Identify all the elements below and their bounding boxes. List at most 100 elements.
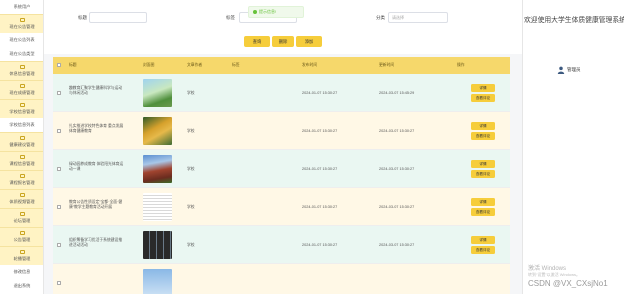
sidebar-item-label: 现在公告管理	[9, 24, 35, 29]
sidebar-item-label: 现在公告列表	[9, 37, 35, 42]
delete-button[interactable]: 删除	[272, 36, 294, 47]
table-row[interactable]: 绿动园养成教育 体验阳光体育运动一课 学校 2024-01-07 15:30:27 2…	[53, 150, 510, 188]
toast-text: 提示信息!	[259, 9, 277, 14]
sidebar-item-label: 课程报名管理	[9, 180, 35, 185]
type-filter-label: 分类	[376, 15, 385, 20]
comments-button[interactable]: 查看评论	[471, 246, 495, 254]
sidebar-item-9[interactable]: 课程信息管理	[0, 151, 43, 170]
type-filter-placeholder: 请选择	[392, 15, 404, 20]
detail-button[interactable]: 详情	[471, 84, 495, 92]
sidebar-item-6[interactable]: 学校信息管理	[0, 99, 43, 118]
title-filter-label: 标题	[78, 15, 87, 20]
success-toast: 提示信息!	[248, 6, 304, 18]
detail-button[interactable]: 详情	[471, 160, 495, 168]
row-checkbox[interactable]	[57, 91, 61, 95]
row-checkbox[interactable]	[57, 205, 61, 209]
sidebar-item-label: 健康建议管理	[9, 142, 35, 147]
row-updated: 2024-03-07 15:30:27	[379, 243, 415, 247]
user-icon	[557, 66, 565, 74]
row-author: 学校	[187, 205, 195, 209]
row-checkbox[interactable]	[57, 243, 61, 247]
row-created: 2024-01-07 15:30:27	[302, 167, 338, 171]
sidebar-item-3[interactable]: 现在公告类型	[0, 47, 43, 61]
col-tag[interactable]: 标签	[232, 57, 240, 74]
col-title[interactable]: 标题	[69, 57, 77, 74]
tag-filter-label: 标签	[226, 15, 235, 20]
row-checkbox[interactable]	[57, 281, 61, 285]
cover-image	[143, 117, 172, 145]
sidebar-item-12[interactable]: 论坛管理	[0, 208, 43, 227]
sidebar-item-label: 退出系统	[13, 283, 31, 288]
row-author: 学校	[187, 91, 195, 95]
article-table: 标题 封面图 文章作者 标签 发布时间 更新时间 操作 趣教育汇聚学生健康科学与…	[53, 57, 510, 294]
detail-button[interactable]: 详情	[471, 236, 495, 244]
sidebar-item-label: 课程信息管理	[9, 161, 35, 166]
add-button[interactable]: 添加	[296, 36, 322, 47]
row-checkbox[interactable]	[57, 167, 61, 171]
sidebar-item-label: 学校信息管理	[9, 109, 35, 114]
windows-activation-hint: 转到“设置”以激活 Windows。	[528, 272, 581, 277]
user-name[interactable]: 管理员	[567, 67, 581, 73]
sidebar-item-7[interactable]: 学校信息列表	[0, 118, 43, 132]
sidebar-item-4[interactable]: 休息信息管理	[0, 61, 43, 80]
row-checkbox[interactable]	[57, 129, 61, 133]
sidebar-item-5[interactable]: 现在成绩管理	[0, 80, 43, 99]
query-button[interactable]: 查询	[244, 36, 270, 47]
table-row[interactable]: 组织筹备学习优活于系统建设推进活动活动学校 2024-01-07 15:30:27…	[53, 226, 510, 264]
success-icon	[253, 9, 257, 14]
sidebar-item-14[interactable]: 轮播管理	[0, 246, 43, 265]
row-author: 学校	[187, 243, 195, 247]
col-created[interactable]: 发布时间	[302, 57, 317, 74]
type-filter-select[interactable]: 请选择	[388, 12, 448, 23]
system-title: 欢迎使用大学生体质健康管理系统	[524, 17, 624, 24]
sidebar-item-2[interactable]: 现在公告列表	[0, 33, 43, 47]
sidebar-item-8[interactable]: 健康建议管理	[0, 132, 43, 151]
table-row[interactable]: 扎实推进学校特色体育 重点发展体育健康教育学校 2024-01-07 15:30:…	[53, 112, 510, 150]
col-cover: 封面图	[143, 63, 155, 67]
sidebar-item-13[interactable]: 公告管理	[0, 227, 43, 246]
sidebar-item-1[interactable]: 现在公告管理	[0, 14, 43, 33]
right-panel	[522, 0, 624, 294]
table-row[interactable]: 教育公告性质设定“宝都·全面·健康”教学主题教育活动开展 学校 2024-01-07…	[53, 188, 510, 226]
row-updated: 2024-03-07 15:30:27	[379, 129, 415, 133]
row-title: 组织筹备学习优活于系统建设推进活动活动	[69, 238, 123, 248]
sidebar: 系统用户现在公告管理 现在公告列表 现在公告类型休息信息管理现在成绩管理 学校信息管理…	[0, 0, 44, 294]
sidebar-item-label: 论坛管理	[13, 218, 31, 223]
row-created: 2024-01-07 15:30:27	[302, 243, 338, 247]
row-created: 2024-01-07 15:30:27	[302, 129, 338, 133]
comments-button[interactable]: 查看评论	[471, 132, 495, 140]
row-updated: 2024-03-07 15:45:29	[379, 91, 415, 95]
col-updated[interactable]: 更新时间	[379, 57, 394, 74]
sidebar-item-0[interactable]: 系统用户	[0, 0, 43, 14]
sidebar-item-label: 现在公告类型	[9, 51, 35, 56]
cover-image	[143, 155, 172, 183]
table-row[interactable]: 趣教育汇聚学生健康科学与运动与休闲活动学校 2024-01-07 15:30:27…	[53, 74, 510, 112]
sidebar-item-16[interactable]: 退出系统	[0, 279, 43, 293]
sidebar-item-10[interactable]: 课程报名管理	[0, 170, 43, 189]
detail-button[interactable]: 详情	[471, 122, 495, 130]
comments-button[interactable]: 查看评论	[471, 208, 495, 216]
comments-button[interactable]: 查看评论	[471, 94, 495, 102]
title-filter-input[interactable]	[89, 12, 147, 23]
row-author: 学校	[187, 129, 195, 133]
row-title: 扎实推进学校特色体育 重点发展体育健康教育	[69, 124, 124, 134]
row-created: 2024-01-07 15:30:27	[302, 205, 338, 209]
row-title: 趣教育汇聚学生健康科学与运动与休闲活动	[69, 86, 123, 96]
col-actions: 操作	[457, 63, 465, 67]
table-row[interactable]	[53, 264, 510, 294]
sidebar-item-11[interactable]: 体质视频管理	[0, 189, 43, 208]
sidebar-item-label: 轮播管理	[13, 256, 31, 261]
windows-activation-watermark: 激活 Windows	[528, 266, 567, 272]
detail-button[interactable]: 详情	[471, 198, 495, 206]
row-title: 绿动园养成教育 体验阳光体育运动一课	[69, 162, 124, 172]
sidebar-item-label: 现在成绩管理	[9, 90, 35, 95]
csdn-watermark: CSDN @VX_CXsjNo1	[528, 279, 608, 288]
sidebar-item-label: 修改信息	[13, 269, 31, 274]
col-author[interactable]: 文章作者	[187, 57, 202, 74]
sidebar-item-15[interactable]: 修改信息	[0, 265, 43, 279]
select-all-checkbox[interactable]	[57, 63, 61, 67]
comments-button[interactable]: 查看评论	[471, 170, 495, 178]
row-created: 2024-01-07 15:30:27	[302, 91, 338, 95]
sidebar-item-label: 公告管理	[13, 237, 31, 242]
row-updated: 2024-03-07 15:30:27	[379, 205, 415, 209]
